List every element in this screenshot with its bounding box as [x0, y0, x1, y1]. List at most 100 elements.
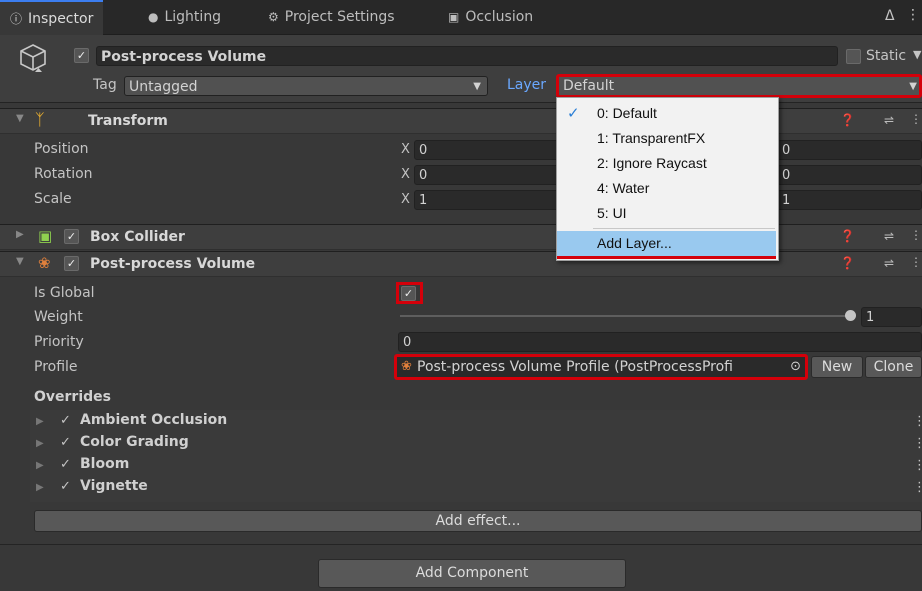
layer-option-ui[interactable]: 5: UI: [557, 201, 776, 226]
box-collider-header[interactable]: ▶ ▣ ✓ Box Collider ❓ ⇌ ⋮: [0, 224, 922, 250]
weight-slider-handle[interactable]: [845, 310, 856, 321]
kebab-menu-icon[interactable]: ⋮: [910, 228, 922, 242]
kebab-menu-icon[interactable]: ⋮: [910, 112, 922, 126]
lock-icon[interactable]: ᐃ: [885, 8, 895, 24]
override-vignette[interactable]: ▶ ✓ Vignette ⋮: [30, 478, 922, 500]
kebab-menu-icon[interactable]: ⋮: [910, 255, 922, 269]
help-icon[interactable]: ❓: [840, 229, 855, 243]
transform-title: Transform: [88, 113, 168, 129]
is-global-label: Is Global: [34, 285, 95, 301]
kebab-menu-icon[interactable]: ⋮: [913, 480, 922, 495]
layer-option-transparentfx[interactable]: 1: TransparentFX: [557, 126, 776, 151]
override-color-grading[interactable]: ▶ ✓ Color Grading ⋮: [30, 434, 922, 456]
ppvolume-header[interactable]: ▼ ❀ ✓ Post-process Volume ❓ ⇌ ⋮: [0, 251, 922, 277]
tab-project-settings[interactable]: ⚙ Project Settings: [258, 0, 405, 34]
ppvolume-enabled-checkbox[interactable]: ✓: [64, 256, 79, 271]
override-label: Ambient Occlusion: [80, 412, 228, 428]
collapse-triangle-icon: ▼: [16, 113, 24, 124]
weight-slider-track[interactable]: [400, 315, 848, 317]
priority-label: Priority: [34, 334, 84, 350]
gameobject-cube-icon: [20, 44, 46, 72]
scale-y-field[interactable]: 1: [777, 190, 922, 210]
divider: [0, 544, 922, 545]
kebab-menu-icon[interactable]: ⋮: [913, 414, 922, 429]
override-enabled-checkmark-icon[interactable]: ✓: [60, 457, 71, 472]
info-icon: ⓘ: [10, 11, 23, 26]
layer-dropdown[interactable]: Default ▼: [556, 74, 922, 98]
axis-x-label: X: [401, 192, 410, 207]
layer-dropdown-menu: ✓ 0: Default 1: TransparentFX 2: Ignore …: [556, 97, 779, 261]
occlusion-icon: ▣: [448, 10, 460, 24]
add-component-button[interactable]: Add Component: [318, 559, 626, 588]
priority-field[interactable]: 0: [398, 332, 922, 352]
tag-dropdown[interactable]: Untagged ▼: [124, 76, 488, 96]
tab-occlusion[interactable]: ▣ Occlusion: [438, 0, 543, 34]
override-enabled-checkmark-icon[interactable]: ✓: [60, 413, 71, 428]
box-collider-icon: ▣: [38, 227, 53, 245]
preset-icon[interactable]: ⇌: [884, 229, 894, 243]
preset-icon[interactable]: ⇌: [884, 113, 894, 127]
profile-field[interactable]: ❀ Post-process Volume Profile (PostProce…: [394, 354, 808, 380]
rotation-x-field[interactable]: 0: [414, 165, 559, 185]
transform-header[interactable]: ▼ ᛉ Transform ❓ ⇌ ⋮: [0, 108, 922, 134]
scale-x-field[interactable]: 1: [414, 190, 559, 210]
ppvolume-icon: ❀: [38, 254, 51, 272]
layer-option-water[interactable]: 4: Water: [557, 176, 776, 201]
help-icon[interactable]: ❓: [840, 113, 855, 127]
static-checkbox[interactable]: [846, 49, 861, 64]
rotation-y-field[interactable]: 0: [777, 165, 922, 185]
collapse-triangle-icon: ▼: [16, 256, 24, 267]
static-dropdown-icon[interactable]: ▼: [913, 48, 921, 61]
help-icon[interactable]: ❓: [840, 256, 855, 270]
checkmark-icon: ✓: [567, 105, 580, 122]
override-enabled-checkmark-icon[interactable]: ✓: [60, 435, 71, 450]
kebab-menu-icon[interactable]: ⋮: [913, 436, 922, 451]
rotation-label: Rotation: [34, 166, 93, 182]
tab-label: Inspector: [28, 10, 94, 27]
profile-label: Profile: [34, 359, 78, 375]
axis-x-label: X: [401, 167, 410, 182]
object-picker-icon[interactable]: ⊙: [790, 357, 801, 377]
is-global-checkbox[interactable]: ✓: [401, 286, 416, 301]
profile-clone-button[interactable]: Clone: [865, 356, 922, 378]
tag-value: Untagged: [129, 79, 198, 95]
object-name-field[interactable]: Post-process Volume: [96, 46, 838, 66]
layer-option-default[interactable]: ✓ 0: Default: [557, 101, 776, 126]
expand-triangle-icon: ▶: [36, 416, 44, 427]
ppvolume-title: Post-process Volume: [90, 256, 256, 272]
static-label: Static: [866, 48, 907, 64]
override-ambient-occlusion[interactable]: ▶ ✓ Ambient Occlusion ⋮: [30, 412, 922, 434]
layer-option-label: 0: Default: [597, 105, 657, 121]
preset-icon[interactable]: ⇌: [884, 256, 894, 270]
tab-bar: ⓘ Inspector ● Lighting ⚙ Project Setting…: [0, 0, 922, 35]
position-y-field[interactable]: 0: [777, 140, 922, 160]
layer-option-ignore-raycast[interactable]: 2: Ignore Raycast: [557, 151, 776, 176]
tab-lighting[interactable]: ● Lighting: [138, 0, 231, 34]
overrides-heading: Overrides: [34, 389, 111, 405]
override-label: Bloom: [80, 456, 130, 472]
expand-triangle-icon: ▶: [36, 438, 44, 449]
add-effect-button[interactable]: Add effect...: [34, 510, 922, 532]
layer-option-label: 5: UI: [597, 205, 627, 221]
position-label: Position: [34, 141, 89, 157]
box-collider-enabled-checkbox[interactable]: ✓: [64, 229, 79, 244]
expand-triangle-icon: ▶: [16, 229, 24, 240]
profile-new-button[interactable]: New: [811, 356, 863, 378]
profile-asset-icon: ❀: [401, 359, 412, 374]
bulb-icon: ●: [148, 10, 159, 24]
kebab-menu-icon[interactable]: ⋮: [913, 458, 922, 473]
weight-field[interactable]: 1: [861, 307, 922, 327]
active-checkbox[interactable]: ✓: [74, 48, 89, 63]
gear-icon: ⚙: [268, 10, 279, 24]
tab-label: Occlusion: [465, 9, 534, 25]
add-layer-option[interactable]: Add Layer...: [557, 231, 776, 257]
override-bloom[interactable]: ▶ ✓ Bloom ⋮: [30, 456, 922, 478]
tab-inspector[interactable]: ⓘ Inspector: [0, 0, 104, 35]
override-enabled-checkmark-icon[interactable]: ✓: [60, 479, 71, 494]
layer-option-label: 2: Ignore Raycast: [597, 155, 707, 171]
chevron-down-icon: ▼: [909, 81, 917, 92]
tag-label: Tag: [93, 77, 117, 93]
chevron-down-icon: ▼: [473, 81, 481, 92]
position-x-field[interactable]: 0: [414, 140, 559, 160]
kebab-menu-icon[interactable]: ⋮: [906, 7, 920, 23]
